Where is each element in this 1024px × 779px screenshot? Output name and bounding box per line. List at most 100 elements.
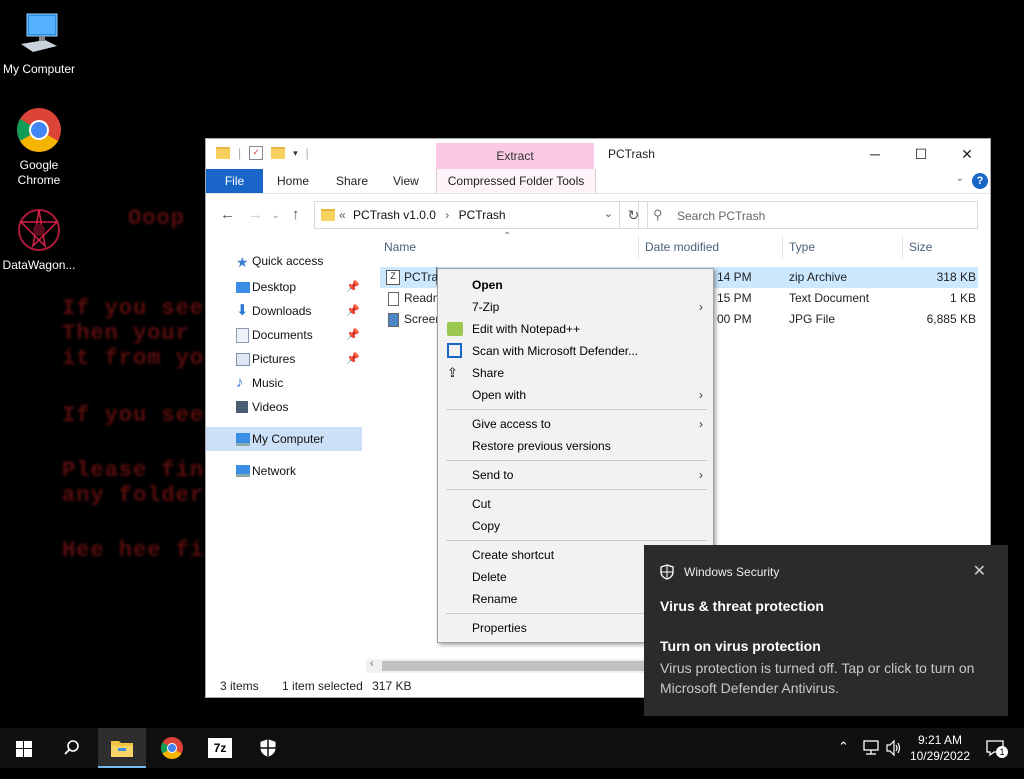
nav-item-quick-access[interactable]: ★ Quick access xyxy=(206,249,362,275)
menu-item-give-access[interactable]: Give access to › xyxy=(438,413,713,435)
tab-view[interactable]: View xyxy=(393,169,419,193)
extract-context-tab[interactable]: Extract xyxy=(436,143,594,169)
menu-item-open-with[interactable]: Open with › xyxy=(438,384,713,406)
column-header-type[interactable]: Type xyxy=(789,235,815,259)
nav-item-documents[interactable]: Documents 📌 xyxy=(206,323,362,347)
scroll-left-icon[interactable]: ‹ xyxy=(370,658,373,669)
taskbar-chrome[interactable] xyxy=(148,728,196,768)
chrome-icon xyxy=(15,106,63,154)
menu-item-7zip[interactable]: 7-Zip › xyxy=(438,296,713,318)
folder-icon[interactable] xyxy=(216,147,230,159)
menu-item-send-to[interactable]: Send to › xyxy=(438,464,713,486)
column-header-size[interactable]: Size xyxy=(909,235,932,259)
up-button[interactable]: ↑ xyxy=(292,206,300,223)
forward-button[interactable]: → xyxy=(248,206,263,223)
search-icon: ⚲ xyxy=(653,207,663,222)
recent-locations-icon[interactable]: ⌄ xyxy=(272,210,280,221)
datawagon-icon xyxy=(15,206,63,254)
customize-toolbar-icon[interactable]: ▾ xyxy=(293,148,298,159)
nav-item-videos[interactable]: Videos xyxy=(206,395,362,419)
nav-item-pictures[interactable]: Pictures 📌 xyxy=(206,347,362,371)
defender-icon xyxy=(447,343,462,358)
search-input[interactable]: Search PCTrash xyxy=(677,209,765,223)
status-bar: 3 items 1 item selected 317 KB xyxy=(220,679,411,693)
nav-item-desktop[interactable]: Desktop 📌 xyxy=(206,275,362,299)
expand-ribbon-icon[interactable]: ⌄ xyxy=(956,173,964,184)
pin-icon[interactable]: 📌 xyxy=(346,299,360,323)
back-button[interactable]: ← xyxy=(220,206,235,223)
breadcrumb-part[interactable]: PCTrash v1.0.0 xyxy=(353,208,436,222)
volume-icon[interactable] xyxy=(886,740,902,756)
tab-compressed-folder-tools[interactable]: Compressed Folder Tools xyxy=(436,169,596,193)
windows-security-icon xyxy=(260,739,276,757)
sort-up-icon: ⌃ xyxy=(503,231,512,242)
minimize-button[interactable]: ─ xyxy=(852,139,898,169)
pin-icon[interactable]: 📌 xyxy=(346,323,360,347)
desktop-icon xyxy=(236,282,250,293)
zip-file-icon: Z xyxy=(386,270,400,285)
clock-time: 9:21 AM xyxy=(917,733,962,747)
share-icon: ⇪ xyxy=(447,365,458,380)
desktop-icon-google-chrome[interactable]: Google Chrome xyxy=(0,106,78,188)
taskbar-windows-security[interactable] xyxy=(244,728,292,768)
menu-item-scan-defender[interactable]: Scan with Microsoft Defender... xyxy=(438,340,713,362)
folder-icon xyxy=(321,209,335,221)
address-bar[interactable]: « PCTrash v1.0.0 › PCTrash ⌄ xyxy=(314,201,620,229)
music-icon: ♪ xyxy=(236,374,244,391)
pin-icon[interactable]: 📌 xyxy=(346,275,360,299)
computer-icon xyxy=(236,433,250,446)
nav-item-music[interactable]: ♪ Music xyxy=(206,371,362,395)
notification-app-name: Windows Security xyxy=(684,565,780,579)
address-dropdown-icon[interactable]: ⌄ xyxy=(604,207,613,220)
taskbar-7zip[interactable]: 7z xyxy=(196,728,244,768)
menu-item-share[interactable]: ⇪ Share xyxy=(438,362,713,384)
submenu-arrow-icon: › xyxy=(699,468,703,482)
menu-item-copy[interactable]: Copy xyxy=(438,515,713,537)
maximize-button[interactable]: ☐ xyxy=(898,139,944,169)
status-item-count: 3 items xyxy=(220,679,259,693)
breadcrumb-separator-icon[interactable]: › xyxy=(445,208,449,222)
search-box[interactable]: ⚲ Search PCTrash xyxy=(638,201,978,229)
desktop-icon-label: My Computer xyxy=(2,62,76,76)
notification-title: Turn on virus protection xyxy=(660,638,821,654)
tab-file[interactable]: File xyxy=(206,169,263,193)
notification-heading: Virus & threat protection xyxy=(660,598,824,614)
breadcrumb-part[interactable]: PCTrash xyxy=(459,208,506,222)
network-icon[interactable] xyxy=(862,740,880,756)
notification-body: Virus protection is turned off. Tap or c… xyxy=(660,660,975,696)
title-bar: | ✓ ▾ | Extract PCTrash ─ ☐ ✕ xyxy=(206,139,990,169)
menu-item-open[interactable]: Open xyxy=(438,274,713,296)
action-center-button[interactable]: 1 xyxy=(974,728,1014,768)
tab-share[interactable]: Share xyxy=(336,169,368,193)
status-selected: 1 item selected xyxy=(282,679,363,693)
search-icon xyxy=(64,740,79,755)
desktop-icon-datawagon[interactable]: DataWagon... xyxy=(0,206,78,273)
column-header-date[interactable]: Date modified xyxy=(645,235,719,259)
system-clock[interactable]: 9:21 AM 10/29/2022 xyxy=(910,732,970,764)
text-file-icon xyxy=(388,292,399,306)
menu-item-edit-notepad[interactable]: Edit with Notepad++ xyxy=(438,318,713,340)
menu-item-cut[interactable]: Cut xyxy=(438,493,713,515)
notification-close-button[interactable]: ✕ xyxy=(973,561,986,581)
windows-security-notification[interactable]: Windows Security ✕ Virus & threat protec… xyxy=(644,545,1008,716)
properties-check-icon[interactable]: ✓ xyxy=(249,146,264,160)
pin-icon[interactable]: 📌 xyxy=(346,347,360,371)
new-folder-icon[interactable] xyxy=(271,147,286,159)
submenu-arrow-icon: › xyxy=(699,417,703,431)
tab-home[interactable]: Home xyxy=(277,169,309,193)
nav-item-downloads[interactable]: ⬇ Downloads 📌 xyxy=(206,299,362,323)
nav-item-network[interactable]: Network xyxy=(206,459,362,483)
desktop-icon-label: DataWagon... xyxy=(2,258,76,272)
column-header-name[interactable]: Name xyxy=(384,235,416,259)
desktop-icon-my-computer[interactable]: My Computer xyxy=(0,10,78,77)
help-icon[interactable]: ? xyxy=(972,173,988,189)
nav-item-my-computer[interactable]: My Computer xyxy=(206,427,362,451)
start-button[interactable] xyxy=(0,728,48,768)
taskbar: 7z ⌃ 9:21 AM 10/29/2022 1 xyxy=(0,728,1024,768)
menu-item-restore-versions[interactable]: Restore previous versions xyxy=(438,435,713,457)
taskbar-file-explorer[interactable] xyxy=(98,728,146,768)
search-button[interactable] xyxy=(48,728,96,768)
show-hidden-icons-icon[interactable]: ⌃ xyxy=(838,739,849,779)
documents-icon xyxy=(236,328,249,343)
close-button[interactable]: ✕ xyxy=(944,139,990,169)
